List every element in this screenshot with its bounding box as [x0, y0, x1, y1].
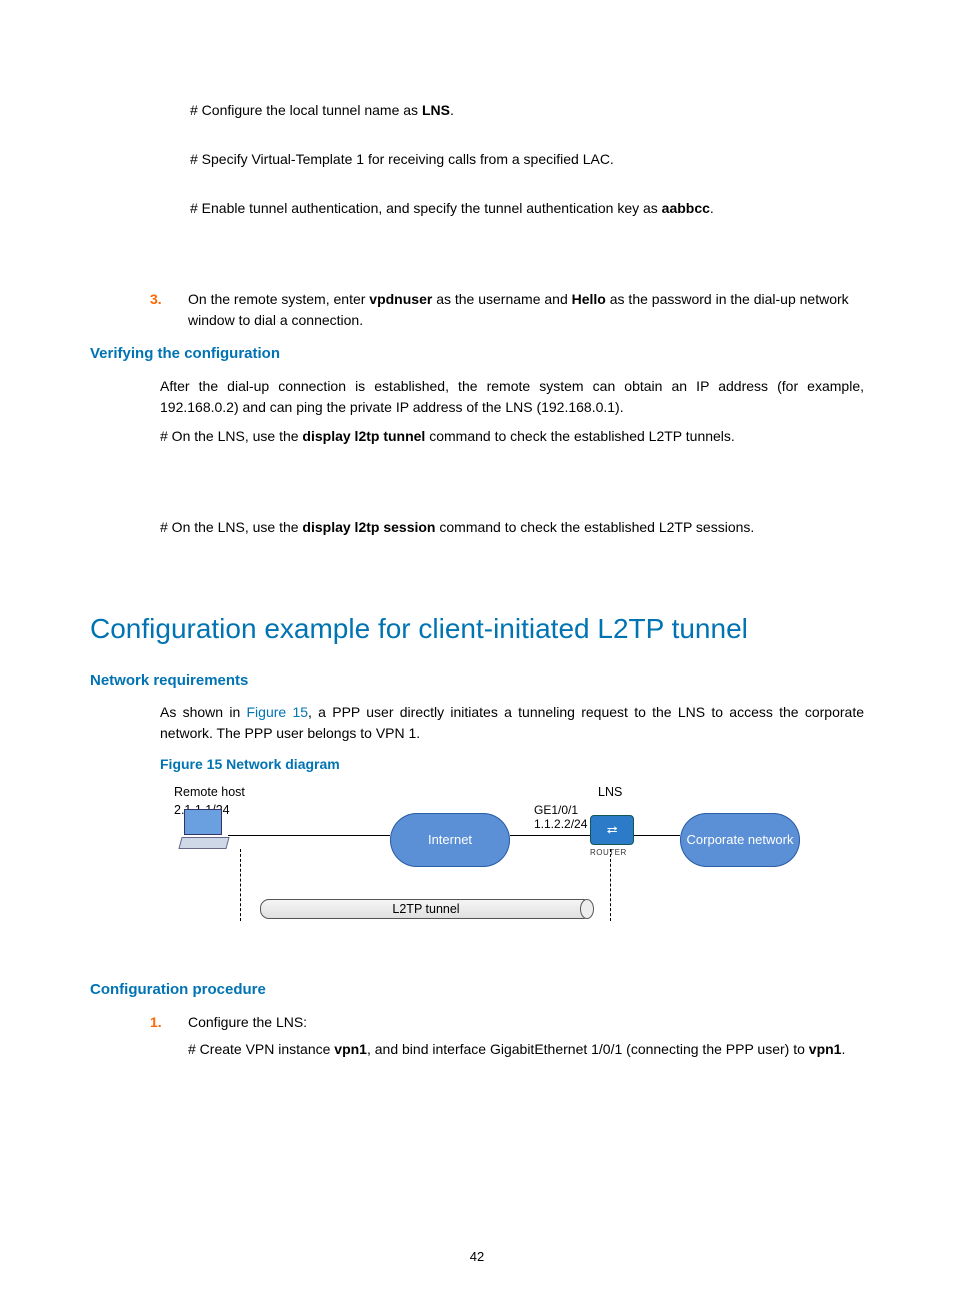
text: . — [710, 200, 714, 216]
cfg-step1-title: Configure the LNS: — [188, 1012, 864, 1033]
network-diagram: Remote host 2.1.1.1/24 LNS GE1/0/1 1.1.2… — [160, 783, 800, 943]
page-number: 42 — [0, 1247, 954, 1267]
step-3: 3. On the remote system, enter vpdnuser … — [150, 289, 864, 331]
host-icon — [180, 809, 226, 849]
config-step-tunnel-name: # Configure the local tunnel name as LNS… — [190, 100, 864, 121]
bold-vpn1: vpn1 — [334, 1041, 367, 1057]
text: # Create VPN instance — [188, 1041, 334, 1057]
text: On the remote system, enter — [188, 291, 369, 307]
heading-network-requirements: Network requirements — [90, 670, 864, 693]
bold-vpdnuser: vpdnuser — [369, 291, 432, 307]
bold-display-tunnel: display l2tp tunnel — [302, 428, 425, 444]
heading-main: Configuration example for client-initiat… — [90, 608, 864, 650]
text: # Enable tunnel authentication, and spec… — [190, 200, 662, 216]
bold-aabbcc: aabbcc — [662, 200, 710, 216]
heading-verifying: Verifying the configuration — [90, 343, 864, 366]
l2tp-tunnel: L2TP tunnel — [260, 899, 592, 919]
label-ge-ip: 1.1.2.2/24 — [534, 815, 587, 833]
tunnel-label: L2TP tunnel — [392, 902, 459, 916]
step-body: On the remote system, enter vpdnuser as … — [188, 289, 864, 331]
text: as the username and — [432, 291, 571, 307]
heading-config-procedure: Configuration procedure — [90, 979, 864, 1002]
cloud-internet-label: Internet — [428, 833, 472, 847]
text: command to check the established L2TP se… — [435, 519, 754, 535]
bold-display-session: display l2tp session — [302, 519, 435, 535]
figure-link[interactable]: Figure 15 — [247, 704, 309, 720]
netreq-body: As shown in Figure 15, a PPP user direct… — [160, 702, 864, 744]
bold-lns: LNS — [422, 102, 450, 118]
cfg-step-1: 1. Configure the LNS: # Create VPN insta… — [150, 1012, 864, 1060]
step-number: 1. — [150, 1012, 188, 1060]
label-lns: LNS — [598, 783, 622, 802]
text: # On the LNS, use the — [160, 428, 302, 444]
bold-vpn1: vpn1 — [809, 1041, 842, 1057]
text: . — [841, 1041, 845, 1057]
verify-p3: # On the LNS, use the display l2tp sessi… — [160, 517, 864, 538]
step-number: 3. — [150, 289, 188, 331]
text: , and bind interface GigabitEthernet 1/0… — [367, 1041, 809, 1057]
text: command to check the established L2TP tu… — [425, 428, 734, 444]
text: . — [450, 102, 454, 118]
figure-caption: Figure 15 Network diagram — [160, 754, 864, 775]
text: As shown in — [160, 704, 247, 720]
cfg-step1-body: # Create VPN instance vpn1, and bind int… — [188, 1039, 864, 1060]
label-remote-host: Remote host — [174, 783, 245, 802]
cloud-internet: Internet — [390, 813, 510, 867]
text: # On the LNS, use the — [160, 519, 302, 535]
router-icon: ⇄ — [590, 815, 634, 845]
text: # Configure the local tunnel name as — [190, 102, 422, 118]
verify-p2: # On the LNS, use the display l2tp tunne… — [160, 426, 864, 447]
config-step-vt: # Specify Virtual-Template 1 for receivi… — [190, 149, 864, 170]
verify-p1: After the dial-up connection is establis… — [160, 376, 864, 418]
cloud-corporate-label: Corporate network — [681, 833, 800, 847]
router-label: ROUTER — [590, 847, 627, 859]
bold-hello: Hello — [572, 291, 606, 307]
cloud-corporate: Corporate network — [680, 813, 800, 867]
config-step-auth: # Enable tunnel authentication, and spec… — [190, 198, 864, 219]
